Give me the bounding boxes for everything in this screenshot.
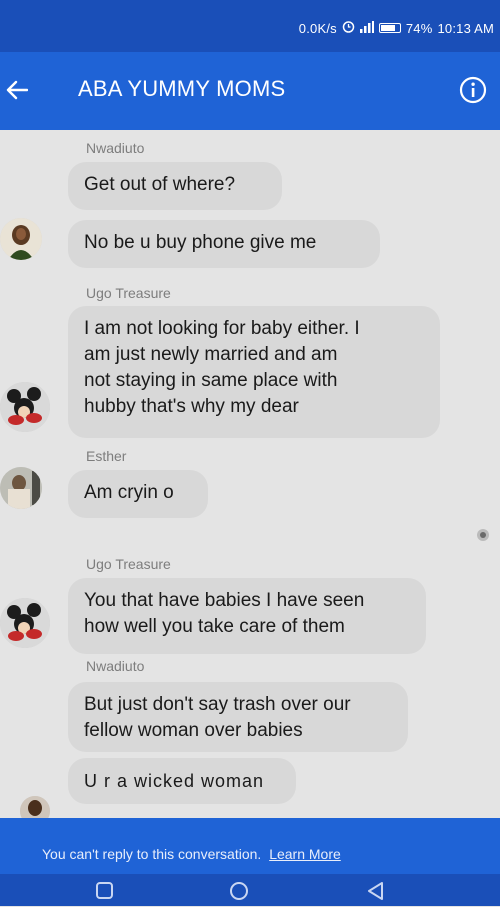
reply-disabled-banner: You can't reply to this conversation. Le… xyxy=(0,818,500,874)
alarm-icon xyxy=(342,20,355,36)
back-nav-button[interactable] xyxy=(364,880,386,902)
message-text: No be u buy phone give me xyxy=(84,232,317,253)
message-bubble[interactable]: Get out of where? xyxy=(68,162,282,210)
circle-icon xyxy=(230,882,248,900)
message-text: Am cryin o xyxy=(84,482,174,503)
conversation-title: ABA YUMMY MOMS xyxy=(78,76,286,101)
reply-disabled-text: You can't reply to this conversation. Le… xyxy=(42,846,341,862)
info-circle-icon xyxy=(459,76,487,104)
sender-name: Ugo Treasure xyxy=(86,285,171,301)
avatar[interactable] xyxy=(0,598,50,648)
reply-disabled-notice: You can't reply to this conversation. xyxy=(42,846,262,862)
clock-time: 10:13 AM xyxy=(437,20,494,36)
screen-mark xyxy=(476,528,490,542)
message-bubble[interactable]: No be u buy phone give me xyxy=(68,220,380,268)
message-text: Get out of where? xyxy=(84,174,236,195)
info-button[interactable] xyxy=(458,75,488,105)
arrow-left-icon xyxy=(6,80,28,100)
square-icon xyxy=(96,882,113,899)
message-bubble[interactable]: But just don't say trash over our fellow… xyxy=(68,682,408,752)
signal-icon xyxy=(359,20,374,36)
message-line: how well you take care of them xyxy=(84,616,345,637)
status-indicators: 0.0K/s 74% 10:13 AM xyxy=(299,20,494,36)
system-navigation-bar xyxy=(0,874,500,906)
network-speed: 0.0K/s xyxy=(298,20,337,36)
avatar[interactable] xyxy=(0,218,42,260)
message-bubble[interactable]: U r a wicked woman xyxy=(68,758,296,804)
app-bar: ABA YUMMY MOMS xyxy=(0,52,500,130)
learn-more-link[interactable]: Learn More xyxy=(269,846,341,862)
message-line: You that have babies I have seen xyxy=(84,590,365,611)
message-line: hubby that's why my dear xyxy=(84,396,299,417)
recent-apps-button[interactable] xyxy=(94,880,116,902)
status-bar: 0.0K/s 74% 10:13 AM xyxy=(0,0,500,52)
message-line: fellow woman over babies xyxy=(84,720,303,741)
triangle-icon xyxy=(368,882,383,900)
message-line: not staying in same place with xyxy=(84,370,338,391)
back-button[interactable] xyxy=(2,74,32,106)
message-line: am just newly married and am xyxy=(84,344,338,365)
avatar[interactable] xyxy=(0,382,50,432)
battery-icon xyxy=(378,23,401,33)
avatar[interactable] xyxy=(0,467,42,509)
message-line: I am not looking for baby either. I xyxy=(84,318,360,339)
home-button[interactable] xyxy=(228,880,250,902)
sender-name: Ugo Treasure xyxy=(86,556,171,572)
sender-name: Nwadiuto xyxy=(86,658,145,674)
message-line: But just don't say trash over our xyxy=(84,694,351,715)
message-bubble[interactable]: Am cryin o xyxy=(68,470,208,518)
message-list[interactable]: Nwadiuto Get out of where? No be u buy p… xyxy=(0,130,500,826)
message-bubble[interactable]: You that have babies I have seen how wel… xyxy=(68,578,426,654)
sender-name: Nwadiuto xyxy=(86,140,145,156)
battery-level: 74% xyxy=(405,20,433,36)
message-text: U r a wicked woman xyxy=(84,771,265,791)
sender-name: Esther xyxy=(86,448,127,464)
message-bubble[interactable]: I am not looking for baby either. I am j… xyxy=(68,306,440,438)
